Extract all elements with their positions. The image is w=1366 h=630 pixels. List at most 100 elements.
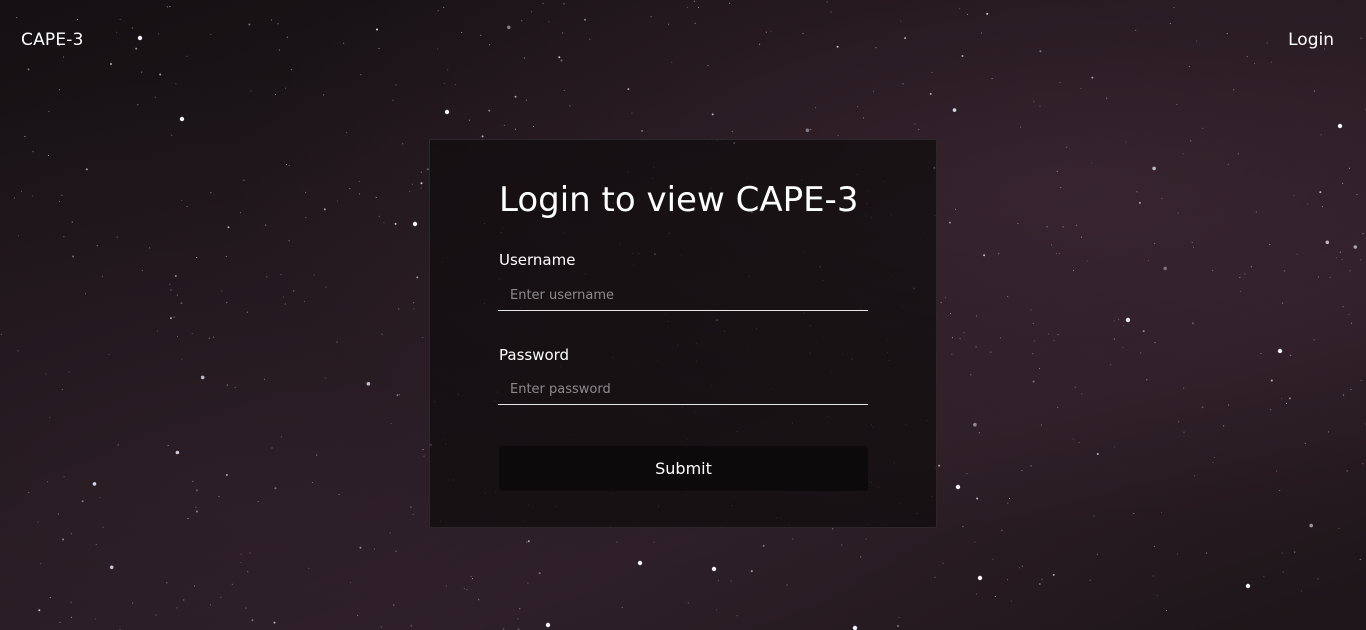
star: [832, 528, 834, 530]
star: [1285, 402, 1288, 404]
star: [1146, 379, 1148, 381]
star: [169, 283, 171, 285]
star: [1227, 404, 1229, 406]
star: [517, 618, 519, 620]
star: [1304, 442, 1306, 444]
star: [28, 491, 30, 493]
star: [1294, 551, 1296, 553]
star: [860, 556, 862, 558]
star: [805, 128, 810, 133]
star: [187, 518, 189, 520]
star: [413, 302, 415, 304]
star: [1338, 527, 1340, 529]
star: [108, 354, 110, 356]
star: [914, 123, 916, 125]
star: [973, 422, 977, 427]
star: [1300, 590, 1302, 592]
star: [1007, 502, 1009, 504]
star: [420, 182, 423, 185]
star: [1233, 89, 1235, 91]
star: [180, 302, 183, 305]
star: [736, 615, 738, 617]
star: [762, 544, 765, 547]
star: [249, 552, 251, 554]
star: [61, 194, 63, 196]
star: [1110, 363, 1112, 366]
star: [1212, 269, 1214, 271]
star: [1113, 446, 1115, 448]
star: [59, 89, 61, 91]
star: [1152, 166, 1156, 171]
brand-link[interactable]: CAPE-3: [21, 30, 84, 50]
star: [99, 496, 101, 498]
star: [1138, 201, 1141, 204]
star: [316, 454, 318, 456]
star: [49, 597, 51, 599]
star: [514, 128, 517, 130]
star: [266, 276, 268, 278]
star: [468, 119, 470, 121]
nav-login-link[interactable]: Login: [1288, 30, 1334, 50]
star: [897, 625, 899, 627]
login-card: Login to view CAPE-3 Username Password S…: [429, 139, 937, 528]
star: [226, 302, 228, 304]
password-input[interactable]: [498, 375, 868, 405]
star: [132, 602, 134, 604]
star: [420, 171, 422, 173]
star: [653, 541, 655, 543]
star: [102, 526, 104, 528]
star: [1202, 127, 1204, 129]
star: [627, 88, 630, 91]
username-input[interactable]: [498, 281, 868, 311]
star: [357, 614, 359, 616]
star: [1160, 511, 1163, 514]
star: [1360, 259, 1362, 261]
star: [393, 604, 395, 606]
star: [1081, 393, 1083, 395]
star: [47, 155, 50, 157]
star: [1346, 470, 1348, 472]
star: [1182, 153, 1184, 155]
star: [240, 553, 242, 555]
star: [70, 616, 72, 618]
star: [1288, 397, 1291, 400]
star: [976, 497, 979, 500]
star: [92, 482, 97, 486]
star: [220, 596, 222, 598]
star: [181, 358, 183, 360]
star: [20, 190, 22, 192]
star: [324, 377, 326, 379]
star: [1194, 475, 1196, 477]
star: [1062, 226, 1064, 228]
star: [392, 99, 394, 101]
star: [63, 476, 65, 478]
star: [409, 190, 411, 192]
star: [519, 608, 521, 610]
star: [1039, 105, 1041, 107]
star: [1356, 193, 1358, 196]
star: [413, 308, 415, 310]
submit-button[interactable]: Submit: [499, 446, 868, 491]
star: [1280, 397, 1282, 399]
star: [1032, 380, 1035, 383]
star: [49, 417, 51, 419]
star: [1293, 194, 1295, 196]
star: [983, 254, 986, 257]
bright-star: [412, 221, 418, 227]
star: [1125, 141, 1127, 143]
star: [375, 196, 377, 198]
star: [1017, 222, 1019, 225]
star: [209, 604, 212, 606]
star: [1270, 379, 1273, 382]
star: [1279, 490, 1281, 492]
star: [170, 317, 172, 320]
star: [72, 255, 75, 258]
star: [750, 570, 753, 573]
star: [411, 183, 414, 185]
star: [1089, 579, 1091, 581]
star: [1165, 610, 1168, 612]
star: [1154, 342, 1156, 344]
star: [865, 538, 867, 540]
star: [346, 132, 348, 134]
star: [857, 106, 859, 108]
